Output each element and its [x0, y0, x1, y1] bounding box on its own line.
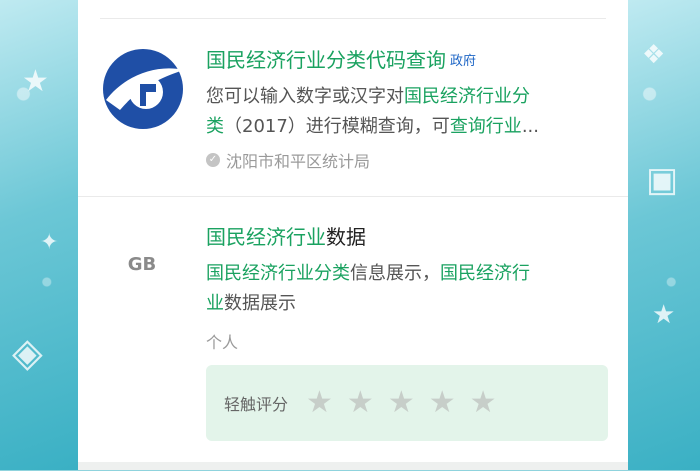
desc-highlight: 业: [206, 293, 224, 314]
gift-box-decoration-icon: ▣: [646, 160, 679, 200]
bottom-divider: [78, 462, 628, 470]
decorative-background-right: ❖ ▣ ★: [628, 0, 700, 470]
desc-ellipsis: ...: [521, 116, 539, 137]
star-decoration-icon: ★: [22, 64, 49, 99]
result-item-gov-query[interactable]: 国民经济行业分类代码查询 政府 您可以输入数字或汉字对国民经济行业分 类（2017…: [78, 20, 628, 195]
title-text[interactable]: 数据: [326, 225, 366, 249]
search-results-card: 国民经济行业分类代码查询 政府 您可以输入数字或汉字对国民经济行业分 类（2017…: [78, 0, 628, 470]
desc-text: （2017）进行模糊查询，可: [224, 116, 450, 137]
verified-check-icon: ✓: [206, 153, 220, 167]
title-highlight[interactable]: 国民经济行业: [206, 225, 326, 249]
desc-highlight: 类: [206, 116, 224, 137]
rating-panel: 轻触评分 ★ ★ ★ ★ ★: [206, 365, 608, 441]
desc-text: 数据展示: [224, 293, 296, 314]
star-icon[interactable]: ★: [306, 388, 333, 418]
desc-highlight: 查询行业: [449, 116, 522, 137]
star-icon[interactable]: ★: [470, 388, 497, 418]
result-description: 国民经济行业分类信息展示，国民经济行 业数据展示: [206, 259, 608, 319]
star-icon[interactable]: ★: [429, 388, 456, 418]
source-name: 个人: [206, 333, 239, 352]
rating-label: 轻触评分: [224, 395, 289, 414]
decorative-background-left: ★ ✦ ◈: [0, 0, 78, 470]
result-source: ✓ 沈阳市和平区统计局: [206, 148, 370, 172]
result-title-text[interactable]: 国民经济行业分类代码查询: [206, 48, 446, 72]
source-name: 沈阳市和平区统计局: [226, 152, 371, 171]
star-icon[interactable]: ★: [388, 388, 415, 418]
result-item-data-app[interactable]: GB 国民经济行业数据 国民经济行业分类信息展示，国民经济行 业数据展示 个人 …: [78, 196, 628, 471]
desc-highlight: 国民经济行: [440, 263, 530, 284]
ribbon-decoration-icon: ❖: [642, 40, 666, 70]
rating-stars: ★ ★ ★ ★ ★: [306, 388, 497, 418]
gov-tag-badge: 政府: [450, 54, 477, 69]
gift-decoration-icon: ◈: [12, 330, 43, 376]
result-source: 个人: [206, 329, 238, 353]
desc-highlight: 国民经济行业分类: [206, 263, 350, 284]
desc-highlight: 国民经济行业分: [404, 86, 530, 107]
result-title[interactable]: 国民经济行业数据: [206, 221, 366, 250]
divider: [100, 18, 606, 19]
circle-swoosh-logo-icon: [103, 49, 184, 129]
gb-logo-text: GB: [128, 254, 157, 275]
desc-text: 信息展示，: [350, 263, 440, 284]
star-icon[interactable]: ★: [347, 388, 374, 418]
star-decoration-icon: ★: [652, 300, 676, 330]
result-title[interactable]: 国民经济行业分类代码查询 政府: [206, 44, 476, 73]
gb-logo-icon: GB: [116, 251, 168, 275]
sparkle-decoration-icon: ✦: [40, 230, 59, 255]
desc-text: 您可以输入数字或汉字对: [206, 86, 404, 107]
result-description: 您可以输入数字或汉字对国民经济行业分 类（2017）进行模糊查询，可查询行业..…: [206, 82, 608, 142]
